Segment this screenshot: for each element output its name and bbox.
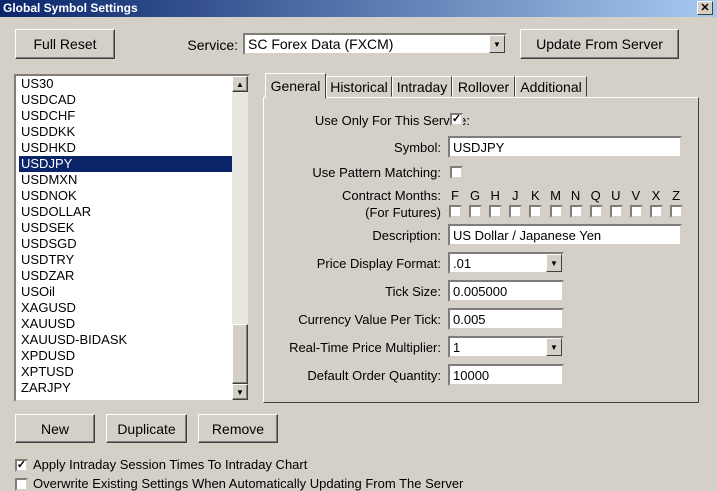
month-label: N: [570, 188, 581, 203]
month-checkbox[interactable]: [569, 205, 583, 218]
list-item[interactable]: USDJPY: [19, 156, 234, 172]
close-icon: ✕: [700, 2, 710, 14]
checkmark-icon: ✓: [451, 113, 462, 125]
duplicate-button[interactable]: Duplicate: [106, 414, 187, 443]
service-dropdown[interactable]: SC Forex Data (FXCM) ▼: [243, 33, 507, 55]
list-item[interactable]: USDCHF: [19, 108, 234, 124]
month-label: U: [611, 188, 621, 203]
overwrite-label: Overwrite Existing Settings When Automat…: [33, 476, 464, 491]
tab-rollover[interactable]: Rollover: [452, 76, 515, 97]
month-label: G: [470, 188, 481, 203]
tab-intraday[interactable]: Intraday: [392, 76, 452, 97]
window-title: Global Symbol Settings: [3, 1, 138, 15]
list-item[interactable]: XPDUSD: [19, 348, 234, 364]
chevron-down-icon[interactable]: ▼: [546, 254, 562, 272]
description-input[interactable]: US Dollar / Japanese Yen: [448, 224, 682, 246]
tab-additional[interactable]: Additional: [515, 76, 587, 97]
list-item[interactable]: USDNOK: [19, 188, 234, 204]
month-label: Z: [672, 188, 681, 203]
close-button[interactable]: ✕: [697, 1, 713, 15]
list-item[interactable]: XAUUSD: [19, 316, 234, 332]
month-label: Q: [590, 188, 601, 203]
month-checkbox[interactable]: [589, 205, 603, 218]
price-format-label: Price Display Format:: [316, 256, 441, 271]
month-checkbox[interactable]: [670, 205, 684, 218]
scroll-thumb[interactable]: [232, 324, 248, 384]
tick-size-label: Tick Size:: [385, 284, 441, 299]
description-label: Description:: [372, 228, 441, 243]
use-only-checkbox[interactable]: ✓: [450, 113, 463, 126]
pattern-matching-label: Use Pattern Matching:: [312, 165, 441, 180]
list-item[interactable]: USDSGD: [19, 236, 234, 252]
symbol-list[interactable]: US30 USDCAD USDCHF USDDKK USDHKD USDJPY USDMXN…: [14, 74, 250, 402]
list-item[interactable]: US30: [19, 76, 234, 92]
overwrite-checkbox[interactable]: [15, 478, 28, 491]
service-label: Service:: [187, 37, 238, 53]
list-item[interactable]: XPTUSD: [19, 364, 234, 380]
list-item[interactable]: USDTRY: [19, 252, 234, 268]
scroll-up-icon[interactable]: ▲: [232, 76, 248, 92]
list-item[interactable]: USDCAD: [19, 92, 234, 108]
multiplier-dropdown[interactable]: 1 ▼: [448, 336, 564, 358]
currency-value-input[interactable]: 0.005: [448, 308, 564, 330]
update-from-server-button[interactable]: Update From Server: [520, 29, 679, 59]
currency-value-label: Currency Value Per Tick:: [298, 312, 441, 327]
apply-intraday-checkbox[interactable]: ✓: [15, 459, 28, 472]
remove-button[interactable]: Remove: [198, 414, 278, 443]
list-item[interactable]: XAUUSD-BIDASK: [19, 332, 234, 348]
tab-general[interactable]: General: [265, 73, 326, 99]
chevron-down-icon[interactable]: ▼: [489, 35, 505, 53]
multiplier-label: Real-Time Price Multiplier:: [289, 340, 441, 355]
month-checkbox[interactable]: [549, 205, 563, 218]
new-button[interactable]: New: [15, 414, 95, 443]
tick-size-input[interactable]: 0.005000: [448, 280, 564, 302]
symbol-input[interactable]: USDJPY: [448, 136, 682, 158]
tab-historical[interactable]: Historical: [326, 76, 392, 97]
month-label: H: [490, 188, 500, 203]
month-label: X: [651, 188, 661, 203]
list-item[interactable]: ZARJPY: [19, 380, 234, 396]
price-format-dropdown[interactable]: .01 ▼: [448, 252, 564, 274]
contract-months-label: Contract Months:: [342, 188, 441, 203]
order-qty-input[interactable]: 10000: [448, 364, 564, 386]
month-label: J: [512, 188, 519, 203]
month-checkbox[interactable]: [469, 205, 483, 218]
chevron-down-icon[interactable]: ▼: [546, 338, 562, 356]
multiplier-value: 1: [453, 339, 461, 355]
price-format-value: .01: [453, 255, 472, 271]
month-label: V: [631, 188, 641, 203]
month-checkbox[interactable]: [650, 205, 663, 218]
month-checkbox[interactable]: [509, 205, 523, 218]
month-label: M: [550, 188, 561, 203]
list-item[interactable]: USDHKD: [19, 140, 234, 156]
scroll-down-icon[interactable]: ▼: [232, 384, 248, 400]
month-checkbox[interactable]: [629, 205, 643, 218]
symbol-label: Symbol:: [394, 140, 441, 155]
full-reset-button[interactable]: Full Reset: [15, 29, 115, 59]
list-item[interactable]: USDOLLAR: [19, 204, 234, 220]
contract-months-sublabel: (For Futures): [365, 205, 441, 220]
month-checkbox[interactable]: [489, 205, 503, 218]
list-item[interactable]: USDDKK: [19, 124, 234, 140]
order-qty-label: Default Order Quantity:: [307, 368, 441, 383]
use-only-label: Use Only For This Service:: [314, 113, 470, 128]
pattern-matching-checkbox[interactable]: [450, 166, 463, 179]
apply-intraday-label: Apply Intraday Session Times To Intraday…: [33, 457, 308, 472]
month-label: K: [531, 188, 540, 203]
list-scrollbar[interactable]: ▲ ▼: [232, 76, 248, 400]
list-item[interactable]: USOil: [19, 284, 234, 300]
list-item[interactable]: USDSEK: [19, 220, 234, 236]
month-checkbox[interactable]: [529, 205, 543, 218]
checkmark-icon: ✓: [16, 459, 27, 471]
list-item[interactable]: XAGUSD: [19, 300, 234, 316]
list-item[interactable]: USDZAR: [19, 268, 234, 284]
month-checkbox[interactable]: [609, 205, 623, 218]
list-item[interactable]: USDMXN: [19, 172, 234, 188]
month-label: F: [451, 188, 459, 203]
service-value: SC Forex Data (FXCM): [248, 36, 394, 52]
month-checkbox[interactable]: [449, 205, 462, 218]
